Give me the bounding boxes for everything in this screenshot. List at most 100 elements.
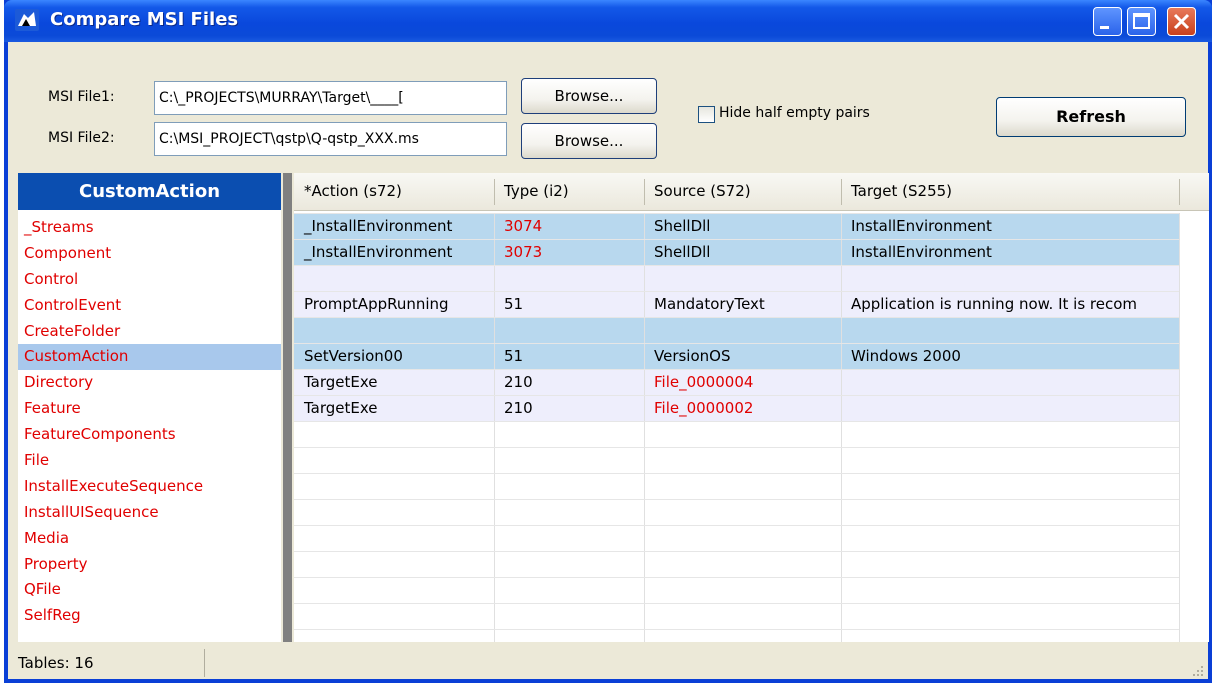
table-list-item[interactable]: Feature: [18, 396, 281, 422]
table-cell: Application is running now. It is recom: [851, 295, 1138, 313]
table-list-panel: CustomAction _Streams Component Control Con…: [18, 173, 281, 642]
browse1-button[interactable]: Browse...: [521, 78, 657, 114]
table-list-item[interactable]: CustomAction: [18, 344, 281, 371]
title-bar[interactable]: Compare MSI Files: [4, 0, 1212, 42]
grid-hline: [294, 265, 1179, 266]
status-bar: Tables: 16: [18, 648, 1208, 679]
minimize-button[interactable]: [1093, 7, 1122, 36]
table-list-item[interactable]: Component: [18, 241, 281, 267]
hide-half-empty-checkbox[interactable]: [698, 106, 715, 123]
hide-half-empty-label[interactable]: Hide half empty pairs: [719, 105, 870, 121]
table-cell: [644, 317, 841, 343]
table-list-item[interactable]: CreateFolder: [18, 319, 281, 345]
close-icon: [1173, 13, 1190, 30]
table-list-item[interactable]: Media: [18, 526, 281, 552]
grid-hline: [294, 525, 1179, 526]
table-cell: 210: [504, 373, 533, 391]
table-row[interactable]: _InstallEnvironment 3074 ShellDll InstallEn…: [294, 213, 1179, 239]
column-header-source[interactable]: Source (S72): [644, 173, 841, 210]
table-cell: 3074: [504, 217, 543, 235]
table-list-item[interactable]: Control: [18, 267, 281, 293]
table-cell: [294, 265, 494, 291]
table-cell: [841, 369, 1179, 395]
table-list-item[interactable]: InstallExecuteSequence: [18, 474, 281, 500]
table-row[interactable]: PromptAppRunning 51 MandatoryText Applicati…: [294, 291, 1179, 317]
app-window: Compare MSI Files MSI File1: C:\_PROJECT…: [4, 0, 1212, 683]
table-list-item[interactable]: QFile: [18, 577, 281, 603]
table-cell: [494, 265, 644, 291]
table-cell: 51: [504, 295, 524, 313]
table-cell: MandatoryText: [654, 295, 765, 313]
table-list-item[interactable]: InstallUISequence: [18, 500, 281, 526]
table-list-item[interactable]: Property: [18, 552, 281, 578]
refresh-button[interactable]: Refresh: [996, 97, 1186, 137]
column-header-action[interactable]: *Action (s72): [294, 173, 494, 210]
column-header-target[interactable]: Target (S255): [841, 173, 1179, 210]
table-cell: VersionOS: [654, 347, 731, 365]
table-row[interactable]: TargetExe 210 File_0000004: [294, 369, 1179, 395]
grid-header: *Action (s72) Type (i2) Source (S72) Tar…: [294, 173, 1209, 211]
table-cell: PromptAppRunning: [304, 295, 449, 313]
grid-hline: [294, 213, 1179, 214]
file2-path-field[interactable]: C:\MSI_PROJECT\qstp\Q-qstp_XXX.ms: [154, 122, 507, 156]
table-cell: TargetExe: [304, 373, 378, 391]
panel-splitter[interactable]: [283, 173, 292, 642]
grid-hline: [294, 395, 1179, 396]
file1-label: MSI File1:: [48, 89, 115, 105]
file1-path-field[interactable]: C:\_PROJECTS\MURRAY\Target\____[: [154, 81, 507, 115]
browse2-button[interactable]: Browse...: [521, 123, 657, 159]
table-row[interactable]: [294, 317, 1179, 343]
table-list-item[interactable]: FeatureComponents: [18, 422, 281, 448]
maximize-icon: [1133, 13, 1150, 29]
grid-hline: [294, 291, 1179, 292]
status-table-count: Tables: 16: [18, 649, 205, 677]
table-cell: InstallEnvironment: [851, 217, 992, 235]
table-cell: File_0000002: [654, 399, 754, 417]
window-title: Compare MSI Files: [50, 9, 239, 30]
table-cell: [841, 395, 1179, 421]
table-list: _Streams Component Control ControlEvent Crea…: [18, 215, 281, 629]
grid-hline: [294, 603, 1179, 604]
column-header-type[interactable]: Type (i2): [494, 173, 644, 210]
app-icon: [15, 9, 39, 31]
file2-label: MSI File2:: [48, 130, 115, 146]
grid-hline: [294, 499, 1179, 500]
column-divider[interactable]: [1179, 179, 1180, 205]
table-cell: [494, 317, 644, 343]
grid-hline: [294, 343, 1179, 344]
table-cell: _InstallEnvironment: [304, 243, 453, 261]
table-cell: [841, 317, 1179, 343]
grid-vline: [1179, 213, 1180, 642]
table-cell: ShellDll: [654, 243, 711, 261]
table-list-item[interactable]: _Streams: [18, 215, 281, 241]
grid-hline: [294, 317, 1179, 318]
table-cell: ShellDll: [654, 217, 711, 235]
table-cell: InstallEnvironment: [851, 243, 992, 261]
grid-hline: [294, 369, 1179, 370]
grid-hline: [294, 551, 1179, 552]
table-cell: 51: [504, 347, 524, 365]
grid-hline: [294, 473, 1179, 474]
table-list-item[interactable]: Directory: [18, 370, 281, 396]
table-list-item[interactable]: ControlEvent: [18, 293, 281, 319]
table-row[interactable]: [294, 265, 1179, 291]
table-cell: TargetExe: [304, 399, 378, 417]
grid-hline: [294, 239, 1179, 240]
minimize-icon: [1100, 26, 1109, 29]
grid-hline: [294, 447, 1179, 448]
table-row[interactable]: SetVersion00 51 VersionOS Windows 2000: [294, 343, 1179, 369]
table-row[interactable]: TargetExe 210 File_0000002: [294, 395, 1179, 421]
close-button[interactable]: [1167, 7, 1196, 36]
table-cell: [644, 265, 841, 291]
table-list-item[interactable]: SelfReg: [18, 603, 281, 629]
table-list-header: CustomAction: [18, 173, 281, 210]
grid-hline: [294, 577, 1179, 578]
grid-hline: [294, 421, 1179, 422]
table-list-item[interactable]: File: [18, 448, 281, 474]
maximize-button[interactable]: [1127, 7, 1156, 36]
table-cell: 3073: [504, 243, 543, 261]
table-row[interactable]: _InstallEnvironment 3073 ShellDll InstallEn…: [294, 239, 1179, 265]
resize-grip-icon[interactable]: [1190, 663, 1204, 677]
table-cell: [294, 317, 494, 343]
diff-grid: *Action (s72) Type (i2) Source (S72) Tar…: [294, 173, 1209, 642]
